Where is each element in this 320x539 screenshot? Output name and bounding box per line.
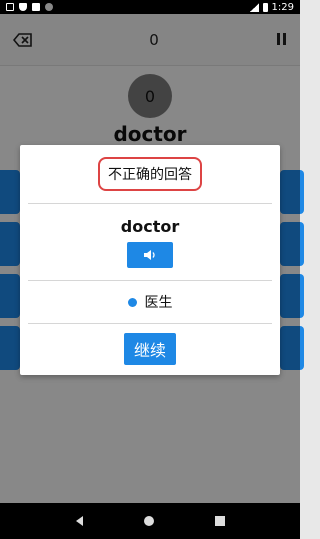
continue-button[interactable]: 继续 [123,333,176,365]
notification-icon [6,3,14,11]
speaker-icon [144,249,155,260]
sd-card-icon [32,3,40,11]
dialog-word: doctor [120,216,180,236]
answer-text: 医生 [144,295,173,311]
play-audio-button[interactable] [127,241,173,268]
status-left [6,3,53,11]
result-dialog: 不正确的回答 doctor 医生 继续 [20,145,280,375]
shield-icon [19,3,27,11]
answer-bullet [127,297,137,307]
dialog-word-section: doctor [20,204,280,280]
navigation-bar [0,503,300,539]
battery-icon [262,2,268,12]
nav-home-icon[interactable] [143,516,154,526]
status-time: 1:29 [271,1,294,13]
status-bar: 1:29 [0,0,300,14]
dialog-header: 不正确的回答 [20,145,280,203]
nav-recents-icon[interactable] [214,516,225,526]
circle-icon [45,3,53,11]
signal-icon [249,2,259,12]
dialog-title: 不正确的回答 [98,157,202,191]
dialog-answer: 医生 [20,281,280,323]
status-right: 1:29 [249,1,294,13]
nav-back-icon[interactable] [75,516,83,526]
dialog-footer: 继续 [20,324,280,374]
